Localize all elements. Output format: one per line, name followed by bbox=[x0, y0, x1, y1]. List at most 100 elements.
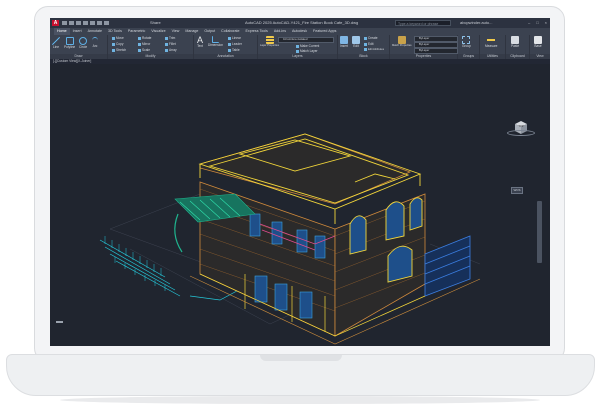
group-label: Group bbox=[462, 44, 471, 48]
array-tool[interactable]: Array bbox=[165, 48, 177, 52]
panel-properties: Match Properties ByLayer ByLayer ByLayer… bbox=[390, 35, 458, 59]
lineweight-dropdown[interactable]: ByLayer bbox=[414, 48, 458, 54]
redo-icon[interactable] bbox=[104, 21, 109, 25]
match-layer-tool[interactable]: Match Layer bbox=[296, 49, 318, 53]
make-current-icon bbox=[296, 44, 299, 48]
window-title: AutoCAD 2025 AutoCAD-Y421_Fire Station B… bbox=[245, 20, 359, 25]
wcs-menu[interactable]: WCS bbox=[511, 187, 523, 194]
linear-label: Linear bbox=[232, 36, 241, 40]
scale-label: Scale bbox=[142, 48, 150, 52]
tab-view[interactable]: View bbox=[169, 28, 183, 35]
edit-attributes-tool[interactable]: Edit Attributes bbox=[364, 48, 384, 51]
tab-3d-tools[interactable]: 3D Tools bbox=[105, 28, 125, 35]
measure-tool[interactable]: Measure bbox=[485, 36, 497, 48]
tab-manage[interactable]: Manage bbox=[182, 28, 201, 35]
match-layer-icon bbox=[296, 49, 299, 53]
drawing-viewport[interactable]: TOP WCS bbox=[50, 64, 550, 346]
tab-featured-apps[interactable]: Featured Apps bbox=[310, 28, 339, 35]
circle-tool[interactable]: Circle bbox=[79, 37, 87, 49]
scale-icon bbox=[138, 48, 141, 52]
rotate-tool[interactable]: Rotate bbox=[138, 36, 151, 40]
create-block-label: Create bbox=[368, 36, 378, 40]
viewcube-compass[interactable] bbox=[507, 130, 535, 136]
panel-clipboard: Paste Clipboard bbox=[506, 35, 530, 59]
arc-tool[interactable]: Arc bbox=[92, 37, 98, 48]
panel-layers: Layer Properties 0-Furniture-Isolated Ma… bbox=[258, 35, 338, 59]
open-icon[interactable] bbox=[69, 21, 74, 25]
save-icon[interactable] bbox=[76, 21, 81, 25]
mirror-tool[interactable]: Mirror bbox=[138, 42, 150, 46]
tab-annotate[interactable]: Annotate bbox=[85, 28, 105, 35]
measure-icon bbox=[487, 36, 496, 44]
dimension-tool[interactable]: Dimension bbox=[208, 36, 223, 47]
status-indicator bbox=[56, 321, 63, 323]
group-tool[interactable]: Group bbox=[462, 36, 471, 48]
text-tool[interactable]: A Text bbox=[196, 36, 204, 49]
layer-properties-tool[interactable]: Layer Properties bbox=[260, 36, 279, 47]
linetype-dropdown[interactable]: ByLayer bbox=[414, 42, 458, 48]
edit-attributes-label: Edit Attributes bbox=[368, 48, 385, 51]
paste-icon bbox=[511, 36, 520, 44]
leader-tool[interactable]: Leader bbox=[228, 42, 242, 46]
tab-home[interactable]: Home bbox=[54, 28, 70, 35]
tab-insert[interactable]: Insert bbox=[70, 28, 85, 35]
move-icon bbox=[112, 36, 115, 40]
tab-add-ins[interactable]: Add-ins bbox=[271, 28, 289, 35]
maximize-icon[interactable]: □ bbox=[536, 18, 538, 28]
tab-autodesk[interactable]: Autodesk bbox=[289, 28, 310, 35]
line-tool[interactable]: Line bbox=[52, 37, 60, 49]
scale-tool[interactable]: Scale bbox=[138, 48, 150, 52]
linear-tool[interactable]: Linear bbox=[228, 36, 241, 40]
share-button[interactable]: Share bbox=[150, 18, 161, 28]
paste-tool[interactable]: Paste bbox=[511, 36, 519, 48]
stretch-tool[interactable]: Stretch bbox=[112, 48, 126, 52]
block-edit-tool[interactable]: Edit bbox=[352, 36, 360, 48]
rotate-label: Rotate bbox=[142, 36, 152, 40]
tab-express-tools[interactable]: Express Tools bbox=[243, 28, 271, 35]
trim-tool[interactable]: Trim bbox=[165, 36, 175, 40]
close-icon[interactable]: × bbox=[545, 18, 547, 28]
tab-collaborate[interactable]: Collaborate bbox=[218, 28, 242, 35]
layer-stack-icon bbox=[265, 36, 274, 44]
insert-tool[interactable]: Insert bbox=[340, 36, 348, 48]
edit-block-label: Edit bbox=[368, 42, 374, 46]
copy-tool[interactable]: Copy bbox=[112, 42, 123, 46]
copy-icon bbox=[112, 42, 115, 46]
layer-properties-label: Layer Properties bbox=[260, 44, 280, 47]
group-icon bbox=[462, 36, 471, 44]
new-icon[interactable] bbox=[62, 21, 67, 25]
title-bar: A Share AutoCAD 2025 AutoCAD-Y421_Fire S… bbox=[50, 18, 550, 28]
navigation-bar[interactable] bbox=[537, 201, 542, 263]
garage-door bbox=[424, 235, 471, 297]
fillet-tool[interactable]: Fillet bbox=[165, 42, 176, 46]
create-block-tool[interactable]: Create bbox=[364, 36, 378, 40]
color-dropdown[interactable]: ByLayer bbox=[414, 36, 458, 42]
plot-icon[interactable] bbox=[90, 21, 95, 25]
tab-visualize[interactable]: Visualize bbox=[148, 28, 168, 35]
layer-dropdown[interactable]: 0-Furniture-Isolated bbox=[278, 37, 334, 43]
match-properties-tool[interactable]: Match Properties bbox=[392, 36, 412, 47]
linear-icon bbox=[228, 36, 231, 40]
tab-output[interactable]: Output bbox=[201, 28, 218, 35]
tab-parametric[interactable]: Parametric bbox=[125, 28, 148, 35]
autocad-screen: A Share AutoCAD 2025 AutoCAD-Y421_Fire S… bbox=[50, 18, 550, 346]
polyline-label: Polyline bbox=[64, 45, 76, 49]
polyline-tool[interactable]: Polyline bbox=[64, 37, 75, 49]
minimize-icon[interactable]: – bbox=[528, 18, 530, 28]
saveas-icon[interactable] bbox=[83, 21, 88, 25]
polyline-icon bbox=[65, 37, 74, 45]
edit-block-tool[interactable]: Edit bbox=[364, 42, 374, 46]
autocad-logo-icon[interactable]: A bbox=[52, 20, 59, 26]
undo-icon[interactable] bbox=[97, 21, 102, 25]
make-current-tool[interactable]: Make Current bbox=[296, 44, 319, 48]
user-account[interactable]: abcpwinder.auto... bbox=[460, 18, 492, 28]
base-tool[interactable]: Base bbox=[534, 36, 542, 48]
ribbon: Line Polyline Circle Arc Draw Move Rotat… bbox=[50, 35, 550, 60]
rotate-icon bbox=[138, 36, 141, 40]
table-tool[interactable]: Table bbox=[228, 48, 240, 52]
stretch-label: Stretch bbox=[116, 48, 127, 52]
move-tool[interactable]: Move bbox=[112, 36, 124, 40]
dimension-icon bbox=[212, 36, 220, 43]
search-input[interactable]: Type a keyword or phrase bbox=[395, 20, 451, 26]
laptop-shadow bbox=[60, 396, 540, 404]
